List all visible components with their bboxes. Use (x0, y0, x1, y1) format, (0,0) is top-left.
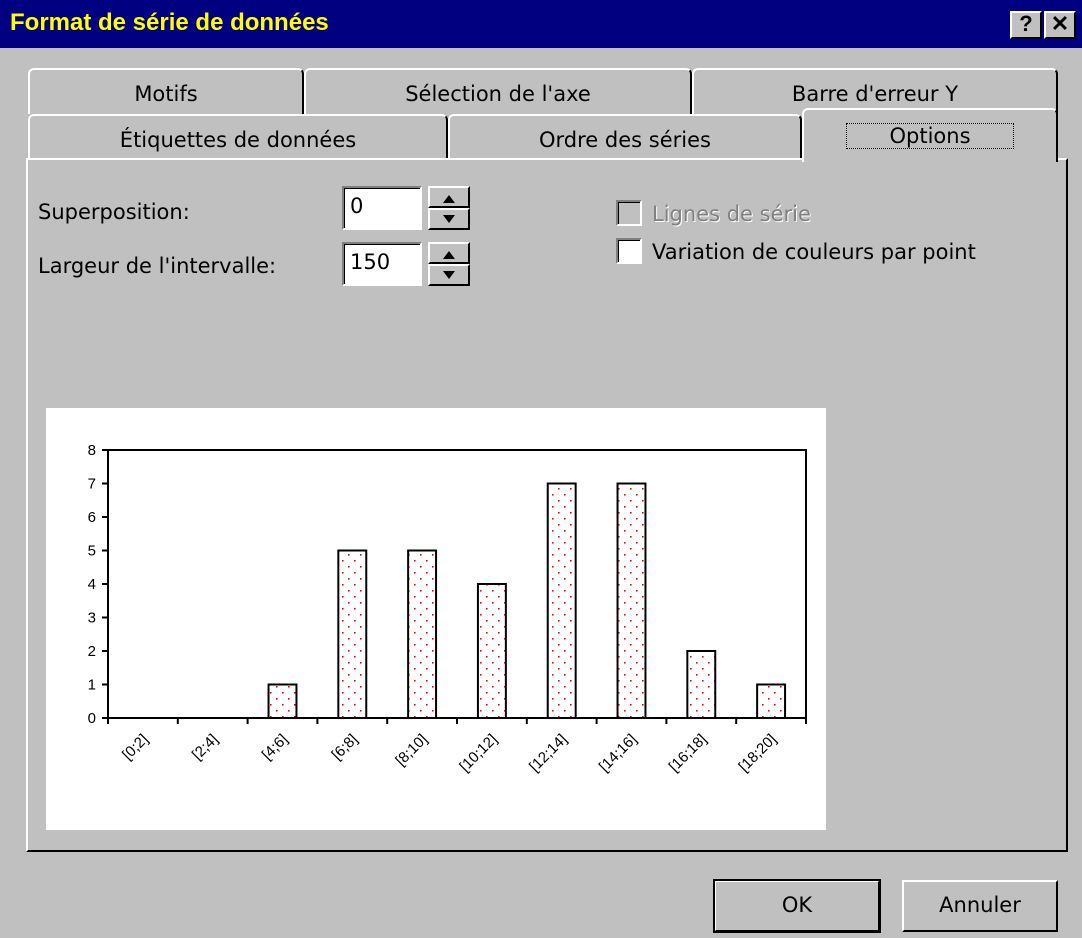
arrow-down-icon (443, 215, 455, 223)
bar-chart: 0 1 2 3 4 5 6 7 8 [0;2] [2;4] [4;6] [6;8] [8;10] [10;… (88, 442, 807, 775)
series-lines-checkbox[interactable] (616, 200, 642, 226)
bar (546, 482, 577, 719)
overlap-up-button[interactable] (428, 186, 470, 208)
x-tick-label: [18;20] (735, 731, 779, 775)
title-bar: Format de série de données ? ✕ (0, 0, 1082, 48)
y-tick-label: 8 (88, 442, 96, 459)
x-tick-label: [12;14] (526, 731, 570, 775)
ok-button-label: OK (781, 893, 813, 917)
y-tick-label: 5 (88, 543, 96, 560)
series-lines-label-text: Lignes de série (652, 202, 811, 226)
y-tick-label: 1 (88, 677, 96, 694)
gap-width-stepper[interactable] (428, 242, 470, 286)
y-tick-label: 6 (88, 509, 96, 526)
tab-axis-selection-label: Sélection de l'axe (405, 82, 591, 106)
bar (756, 683, 787, 719)
help-icon: ? (1019, 11, 1033, 36)
tab-data-labels-label: Étiquettes de données (119, 128, 357, 152)
tab-data-labels[interactable]: Étiquettes de données (28, 114, 448, 160)
close-icon: ✕ (1050, 11, 1070, 36)
gap-width-label-text: Largeur de l'intervalle: (38, 254, 277, 278)
x-tick-label: [6;8] (328, 731, 361, 764)
y-tick-label: 0 (88, 710, 96, 727)
bar (476, 583, 507, 719)
bar (616, 482, 647, 719)
gap-width-up-button[interactable] (428, 242, 470, 264)
window-title: Format de série de données (10, 9, 329, 36)
overlap-input[interactable]: 0 (342, 186, 422, 230)
cancel-button[interactable]: Annuler (902, 880, 1058, 932)
y-tick-label: 4 (88, 576, 96, 593)
tab-series-order-label: Ordre des séries (539, 128, 711, 152)
bar (337, 549, 368, 719)
tab-axis-selection[interactable]: Sélection de l'axe (304, 68, 692, 114)
y-tick-label: 3 (88, 610, 96, 627)
ok-button[interactable]: OK (713, 879, 881, 933)
chart-preview: 0 1 2 3 4 5 6 7 8 [0;2] [2;4] [4;6] [6;8] [8;10] [10;… (46, 408, 826, 830)
x-tick-label: [10;12] (456, 731, 500, 775)
tab-options-label: Options (846, 123, 1014, 149)
gap-width-down-button[interactable] (428, 264, 470, 286)
arrow-up-icon (443, 251, 455, 259)
overlap-down-button[interactable] (428, 208, 470, 230)
series-lines-label: Lignes de série (652, 202, 811, 226)
overlap-label-text: Superposition: (38, 200, 190, 224)
x-tick-label: [14;16] (596, 731, 640, 775)
vary-colors-label-text: Variation de couleurs par point (652, 240, 976, 264)
overlap-value: 0 (350, 194, 364, 218)
x-tick-label: [4;6] (259, 731, 292, 764)
bar (267, 683, 298, 719)
gap-width-input[interactable]: 150 (342, 242, 422, 286)
tab-series-order[interactable]: Ordre des séries (448, 114, 802, 160)
y-tick-label: 2 (88, 643, 96, 660)
help-button[interactable]: ? (1010, 11, 1042, 39)
bar (407, 549, 438, 719)
vary-colors-label: Variation de couleurs par point (652, 240, 976, 264)
gap-width-value: 150 (350, 250, 391, 274)
tab-motifs[interactable]: Motifs (28, 68, 304, 114)
bar (686, 650, 717, 719)
cancel-button-label: Annuler (939, 893, 1021, 917)
tab-error-bars-label: Barre d'erreur Y (791, 82, 959, 106)
x-tick-label: [16;18] (666, 731, 710, 775)
overlap-label: Superposition: (38, 200, 190, 224)
close-button[interactable]: ✕ (1044, 11, 1076, 39)
gap-width-label: Largeur de l'intervalle: (38, 254, 276, 278)
tab-options[interactable]: Options (802, 108, 1058, 162)
overlap-stepper[interactable] (428, 186, 470, 230)
arrow-down-icon (443, 271, 455, 279)
x-tick-label: [0;2] (119, 731, 152, 764)
y-tick-label: 7 (88, 476, 96, 493)
tab-motifs-label: Motifs (134, 82, 198, 106)
x-tick-label: [8;10] (392, 731, 431, 770)
x-tick-label: [2;4] (189, 731, 222, 764)
vary-colors-checkbox[interactable] (616, 238, 642, 264)
arrow-up-icon (443, 195, 455, 203)
